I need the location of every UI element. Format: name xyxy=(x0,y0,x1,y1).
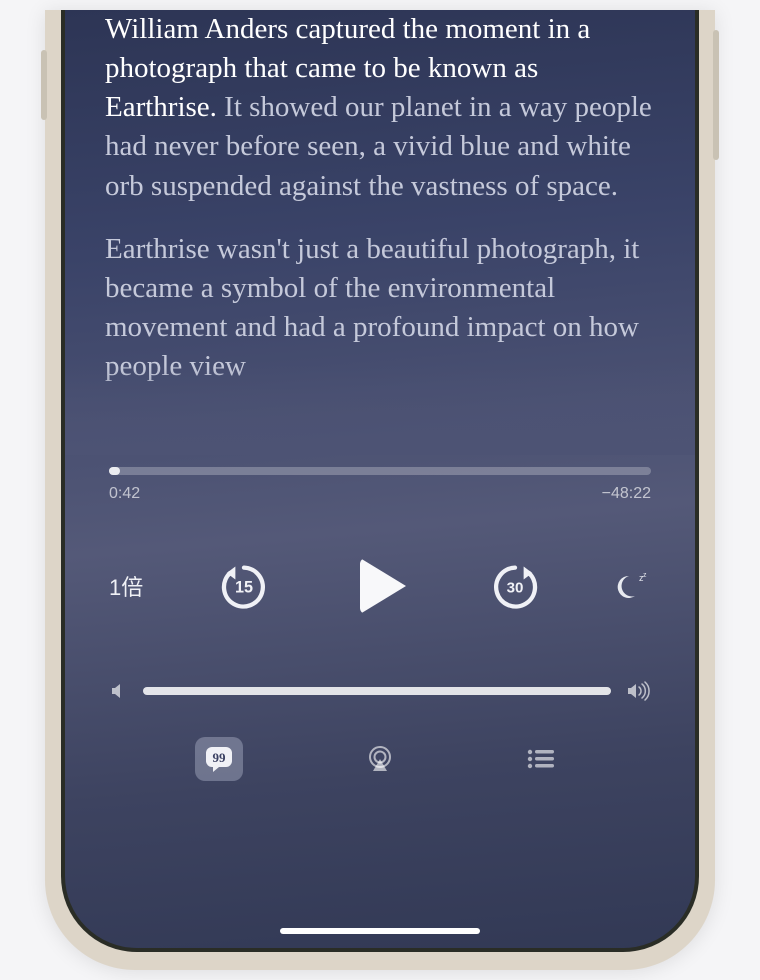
volume-low-icon xyxy=(109,681,129,701)
player-controls: 0:42 −48:22 1倍 15 xyxy=(65,455,695,948)
playback-speed-button[interactable]: 1倍 xyxy=(109,570,143,602)
bottom-tab-bar: 99 xyxy=(109,737,651,781)
home-indicator[interactable] xyxy=(280,928,480,934)
list-icon xyxy=(526,747,556,771)
remaining-time: −48:22 xyxy=(602,485,651,503)
phone-frame: William Anders captured the moment in a … xyxy=(45,10,715,970)
skip-back-button[interactable]: 15 xyxy=(216,558,272,614)
svg-text:99: 99 xyxy=(213,750,227,765)
elapsed-time: 0:42 xyxy=(109,485,140,503)
play-icon xyxy=(360,558,406,614)
skip-back-15-icon: 15 xyxy=(217,559,271,613)
transcript-paragraph: Earthrise wasn't just a beautiful photog… xyxy=(105,230,655,387)
side-button-right xyxy=(713,30,719,160)
svg-text:30: 30 xyxy=(506,579,523,596)
screen: William Anders captured the moment in a … xyxy=(65,10,695,948)
airplay-tab-button[interactable] xyxy=(356,737,404,781)
sleep-timer-button[interactable]: z z xyxy=(615,568,651,604)
transport-controls: 1倍 15 xyxy=(109,551,651,621)
time-labels: 0:42 −48:22 xyxy=(109,485,651,503)
skip-forward-button[interactable]: 30 xyxy=(487,558,543,614)
progress-scrubber[interactable] xyxy=(109,467,651,475)
side-button-left xyxy=(41,50,47,120)
progress-section: 0:42 −48:22 xyxy=(109,467,651,503)
transcript-area[interactable]: William Anders captured the moment in a … xyxy=(65,10,695,455)
play-button[interactable] xyxy=(344,551,414,621)
moon-zzz-icon: z z xyxy=(615,568,651,604)
queue-tab-button[interactable] xyxy=(517,737,565,781)
svg-text:z: z xyxy=(643,572,647,579)
volume-section xyxy=(109,681,651,701)
quote-bubble-icon: 99 xyxy=(204,745,234,773)
transcript-tab-button[interactable]: 99 xyxy=(195,737,243,781)
volume-slider[interactable] xyxy=(143,687,611,695)
airplay-icon xyxy=(365,745,395,773)
progress-fill xyxy=(109,467,120,475)
transcript-paragraph: William Anders captured the moment in a … xyxy=(105,10,655,206)
svg-text:15: 15 xyxy=(235,578,253,596)
phone-bezel: William Anders captured the moment in a … xyxy=(61,10,699,952)
skip-forward-30-icon: 30 xyxy=(488,559,542,613)
volume-high-icon xyxy=(625,681,651,701)
